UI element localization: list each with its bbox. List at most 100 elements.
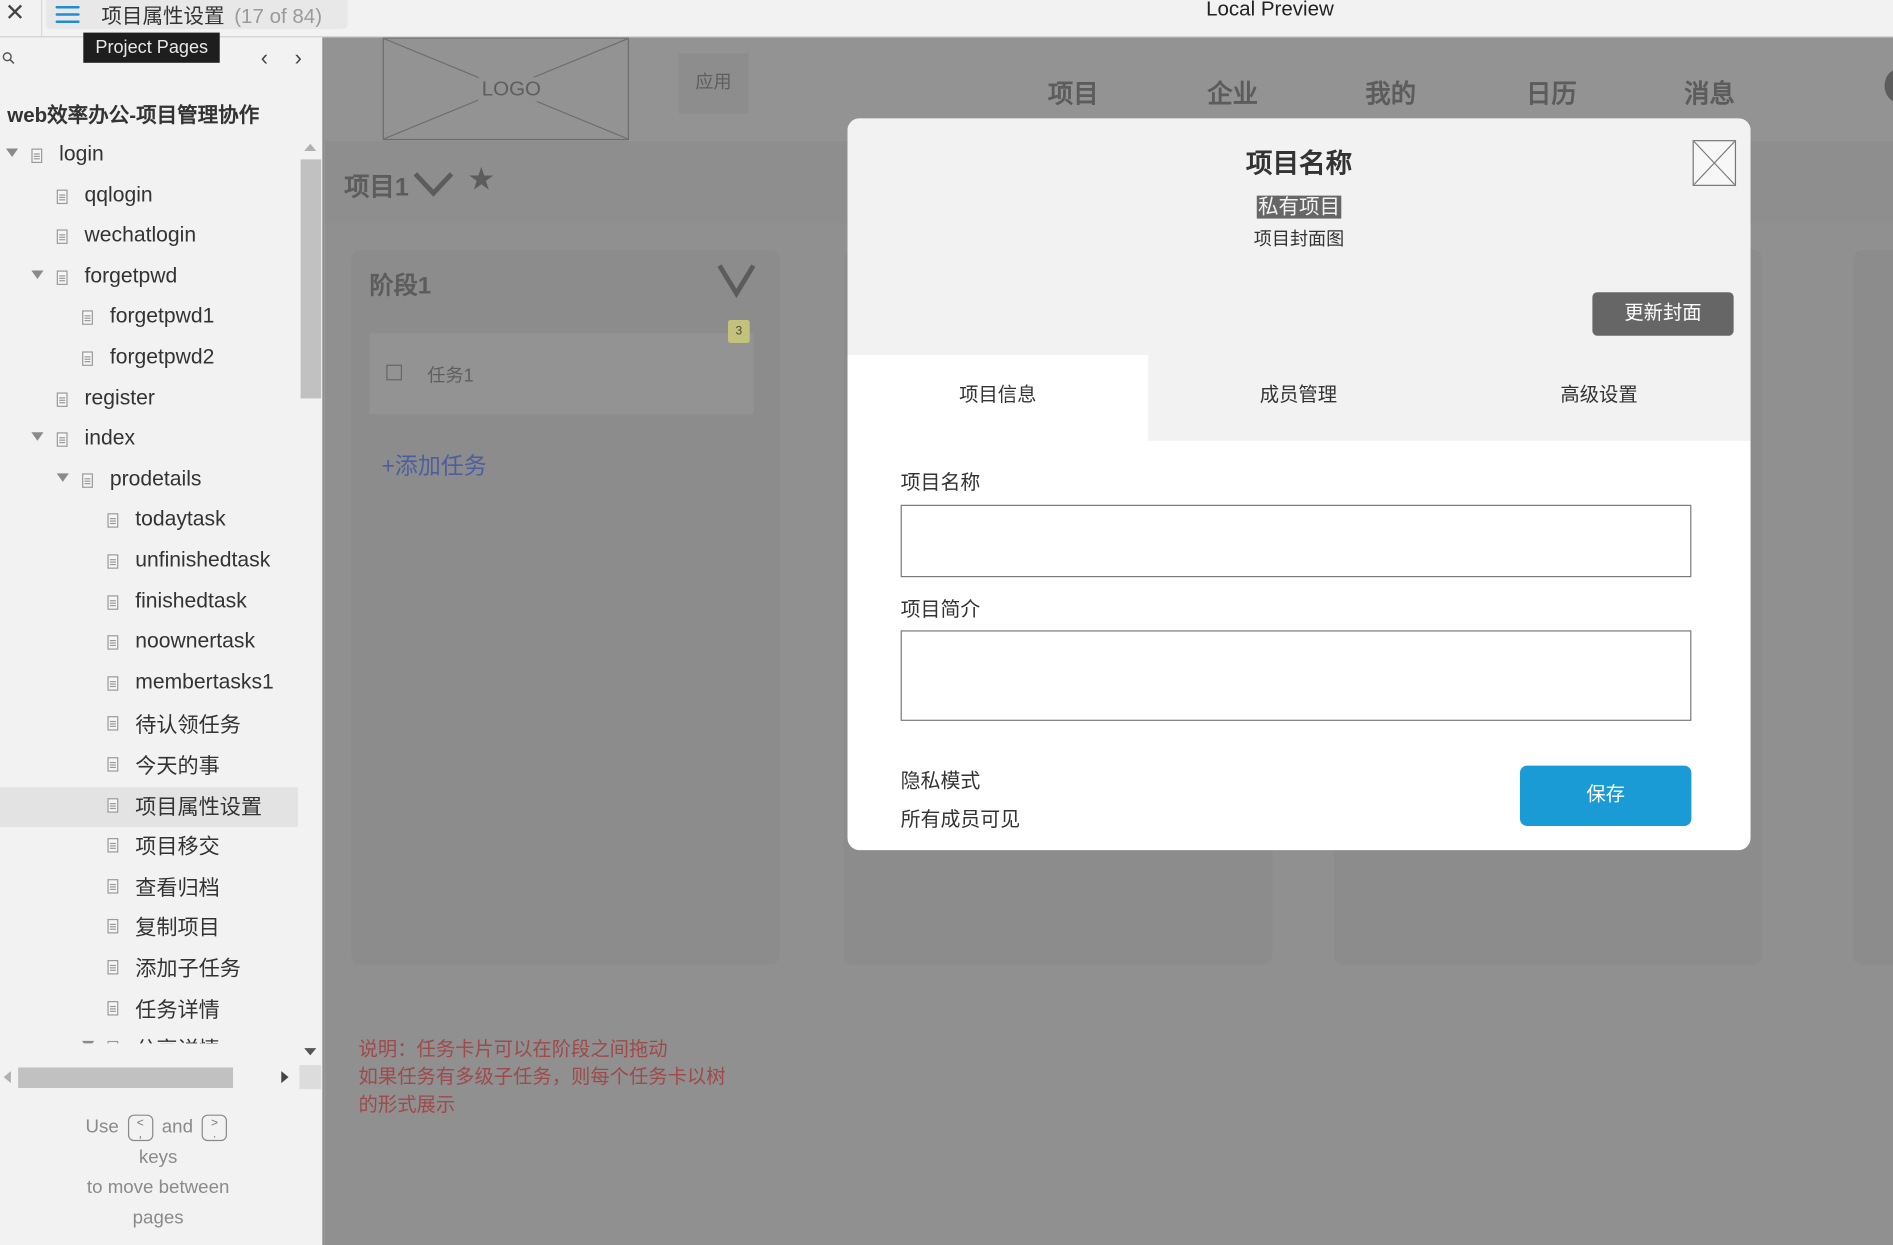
tree-item[interactable]: 项目属性设置 — [0, 786, 299, 827]
tree-item[interactable]: qqlogin — [0, 178, 298, 218]
chevron-down-icon[interactable] — [412, 167, 455, 201]
star-icon[interactable]: ★ — [467, 161, 495, 198]
tree-item-label: 分享详情 — [135, 1034, 220, 1044]
tree-item-label: forgetpwd2 — [109, 344, 215, 369]
vertical-scrollbar-thumb[interactable] — [300, 159, 322, 399]
tree-item[interactable]: forgetpwd — [0, 259, 298, 299]
caret-down-icon[interactable] — [31, 432, 44, 441]
tree-item[interactable]: index — [0, 422, 298, 462]
stage-title: 阶段1 — [369, 272, 432, 300]
search-icon[interactable] — [2, 52, 15, 64]
current-page-name: 项目属性设置 — [101, 4, 225, 28]
tree-item-label: index — [84, 425, 136, 450]
tree-item[interactable]: 复制项目 — [0, 909, 298, 949]
tree-item[interactable]: 任务详情 — [0, 990, 298, 1030]
page-icon — [107, 1041, 119, 1044]
tree-item[interactable]: noownertask — [0, 625, 298, 665]
tree-item[interactable]: 分享详情 — [0, 1030, 298, 1044]
tree-item-label: prodetails — [109, 465, 202, 491]
nav-mine[interactable]: 我的 — [1365, 75, 1416, 111]
scroll-up-icon[interactable] — [304, 143, 317, 151]
tree-item[interactable]: finishedtask — [0, 584, 298, 624]
tree-item[interactable]: membertasks1 — [0, 665, 298, 705]
scroll-down-icon[interactable] — [304, 1048, 317, 1056]
tree-item[interactable]: forgetpwd2 — [0, 341, 298, 381]
tree-item[interactable]: 待认领任务 — [0, 706, 298, 746]
tree-item-label: todaytask — [135, 506, 226, 531]
scroll-right-icon[interactable] — [281, 1071, 289, 1084]
tree-item[interactable]: login — [0, 138, 298, 178]
tab-project-info[interactable]: 项目信息 — [847, 355, 1149, 441]
annotation-note: 说明：任务卡片可以在阶段之间拖动 如果任务有多级子任务，则每个任务卡以树 的形式… — [358, 1039, 726, 1116]
tree-item-label: 添加子任务 — [135, 956, 241, 981]
caret-down-icon[interactable] — [31, 270, 44, 279]
nav-messages[interactable]: 消息 — [1684, 75, 1735, 111]
tree-item-label: noownertask — [135, 628, 256, 653]
page-icon — [107, 797, 119, 813]
close-icon[interactable]: ✕ — [5, 0, 25, 28]
tree-item[interactable]: prodetails — [0, 462, 298, 502]
tree-item[interactable]: register — [0, 381, 298, 421]
tree-item-label: wechatlogin — [84, 222, 197, 247]
add-task-link[interactable]: +添加任务 — [381, 448, 486, 481]
project-description-label: 项目简介 — [900, 598, 981, 621]
page-icon — [107, 960, 119, 975]
previous-page-button[interactable]: ‹ — [261, 46, 268, 71]
close-icon[interactable] — [1692, 140, 1737, 186]
hint-line: keys — [138, 1147, 178, 1168]
tree-item-label: unfinishedtask — [135, 547, 271, 572]
caret-down-icon[interactable] — [6, 148, 19, 157]
update-cover-button[interactable]: 更新封面 — [1592, 292, 1734, 336]
page-icon — [82, 310, 93, 326]
scroll-left-icon[interactable] — [3, 1071, 11, 1084]
chevron-down-icon[interactable] — [717, 262, 756, 299]
tree-item[interactable]: 添加子任务 — [0, 949, 298, 989]
project-description-input[interactable] — [900, 630, 1692, 721]
nav-projects[interactable]: 项目 — [1048, 75, 1099, 111]
tab-advanced-settings[interactable]: 高级设置 — [1449, 355, 1750, 441]
hint-line: pages — [132, 1207, 184, 1229]
nav-calendar[interactable]: 日历 — [1526, 75, 1577, 111]
page-icon — [107, 878, 119, 894]
current-page-title[interactable]: 项目属性设置 (17 of 84) — [101, 0, 322, 29]
sidebar: ‹ › web效率办公-项目管理协作 login qqlogin wechatlog… — [0, 37, 325, 1245]
task-label: 任务1 — [427, 365, 474, 387]
tree-item-label: finishedtask — [135, 587, 247, 612]
tree-item[interactable]: 查看归档 — [0, 868, 298, 908]
tree-item-label: forgetpwd1 — [109, 303, 215, 328]
tree-item[interactable]: 今天的事 — [0, 746, 298, 786]
caret-down-icon[interactable] — [56, 473, 69, 482]
task-checkbox[interactable] — [386, 364, 403, 381]
next-key-icon: >. — [201, 1114, 228, 1142]
page-icon — [107, 594, 119, 610]
project-title[interactable]: 项目1 — [344, 168, 409, 204]
tree-item[interactable]: 项目移交 — [0, 827, 298, 867]
tree-item[interactable]: wechatlogin — [0, 219, 298, 259]
project-name-label: 项目名称 — [900, 472, 981, 494]
tree-item-label: 今天的事 — [135, 753, 220, 778]
preview-title: Local Preview — [1206, 0, 1334, 21]
next-page-button[interactable]: › — [295, 46, 302, 71]
menu-icon[interactable] — [55, 2, 80, 24]
project-name-input[interactable] — [900, 504, 1692, 578]
privacy-mode-value[interactable]: 所有成员可见 — [901, 803, 1021, 832]
tree-item[interactable]: todaytask — [0, 503, 298, 543]
horizontal-scrollbar-thumb[interactable] — [18, 1067, 234, 1089]
prev-key-icon: <, — [127, 1114, 153, 1142]
tree-item[interactable]: unfinishedtask — [0, 543, 298, 583]
page-icon — [107, 838, 119, 853]
modal-title: 项目名称 — [1245, 148, 1353, 179]
tree-item-label: 任务详情 — [135, 996, 220, 1022]
page-position: (17 of 84) — [234, 4, 323, 28]
apps-button[interactable]: 应用 — [678, 53, 749, 114]
nav-enterprise[interactable]: 企业 — [1207, 75, 1258, 111]
tree-item[interactable]: forgetpwd1 — [0, 300, 298, 340]
page-icon — [107, 675, 119, 691]
tree-item-label: 项目属性设置 — [135, 794, 262, 819]
caret-down-icon[interactable] — [82, 1041, 95, 1044]
divider — [41, 0, 43, 37]
save-button[interactable]: 保存 — [1519, 765, 1692, 826]
tab-member-management[interactable]: 成员管理 — [1148, 355, 1449, 441]
project-settings-modal: 项目名称 私有项目 项目封面图 更新封面 项目信息 成员管理 高级设置 项目名称… — [847, 118, 1751, 851]
page-icon — [56, 391, 68, 407]
